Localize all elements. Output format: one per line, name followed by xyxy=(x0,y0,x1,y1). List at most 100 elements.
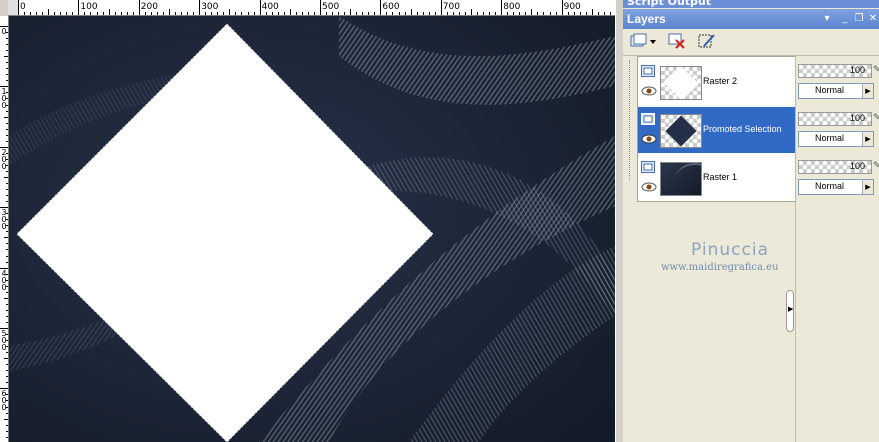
ruler-tick xyxy=(4,116,8,118)
ruler-tick xyxy=(144,12,146,15)
new-layer-button[interactable] xyxy=(627,31,657,51)
ruler-tick xyxy=(6,382,8,384)
ruler-label: 400 xyxy=(261,2,279,12)
delete-layer-button[interactable] xyxy=(665,31,687,51)
blend-mode-dropdown[interactable]: Normal ▶ xyxy=(798,131,874,147)
pencil-icon[interactable]: ✎ xyxy=(873,161,879,171)
layer-row-promoted-selection[interactable]: Promoted Selection xyxy=(638,107,795,153)
ruler-tick xyxy=(464,12,466,15)
ruler-tick xyxy=(362,12,364,15)
ruler-tick xyxy=(6,261,8,263)
ruler-tick xyxy=(217,12,219,15)
layer-props-raster-1: 100 ✎ Normal ▶ xyxy=(796,154,879,200)
ruler-tick xyxy=(4,297,8,299)
blend-mode-dropdown[interactable]: Normal ▶ xyxy=(798,83,874,99)
blend-mode-dropdown[interactable]: Normal ▶ xyxy=(798,179,874,195)
palette-splitter-handle[interactable]: ▶ xyxy=(786,290,794,332)
ruler-tick xyxy=(573,12,575,15)
eye-icon[interactable] xyxy=(641,182,657,192)
ruler-tick xyxy=(6,134,8,136)
ruler-tick xyxy=(537,12,539,15)
ruler-tick xyxy=(72,12,74,15)
ruler-tick xyxy=(138,0,140,15)
ruler-tick xyxy=(483,12,485,15)
ruler-label: 1 0 0 xyxy=(1,87,7,111)
ruler-tick xyxy=(6,243,8,245)
opacity-slider[interactable]: 100 xyxy=(798,64,872,78)
ruler-tick xyxy=(6,352,8,354)
ruler-tick xyxy=(6,38,8,40)
ruler-tick xyxy=(6,436,8,438)
ruler-tick xyxy=(332,12,334,15)
ruler-tick xyxy=(6,364,8,366)
ruler-tick xyxy=(90,12,92,15)
eye-icon[interactable] xyxy=(641,86,657,96)
ruler-label: 300 xyxy=(201,2,219,12)
ruler-tick xyxy=(60,12,62,15)
ruler-tick xyxy=(561,0,563,15)
opacity-value: 100 xyxy=(849,65,865,75)
pencil-icon[interactable]: ✎ xyxy=(873,113,879,123)
script-output-title: Script Output xyxy=(627,0,712,8)
opacity-slider[interactable]: 100 xyxy=(798,112,872,126)
ruler-tick xyxy=(48,9,50,15)
ruler-tick xyxy=(6,80,8,82)
ruler-tick xyxy=(6,50,8,52)
ruler-label: 6 0 0 xyxy=(1,389,7,413)
script-output-titlebar[interactable]: Script Output xyxy=(623,0,879,8)
ruler-tick xyxy=(597,12,599,15)
layer-group-icon[interactable] xyxy=(641,161,655,173)
ruler-tick xyxy=(6,74,8,76)
layer-row-raster-2[interactable]: Raster 2 xyxy=(638,59,795,105)
layer-name: Raster 2 xyxy=(703,76,738,86)
ruler-tick xyxy=(440,0,442,15)
image-canvas[interactable] xyxy=(9,16,615,442)
ruler-tick xyxy=(96,12,98,15)
close-icon[interactable]: ✕ xyxy=(867,13,879,25)
layer-name: Raster 1 xyxy=(703,172,738,182)
pin-icon[interactable]: ▾ xyxy=(821,13,833,25)
layers-titlebar[interactable]: Layers ▾ _ ❐ ✕ xyxy=(623,9,879,29)
ruler-tick xyxy=(211,12,213,15)
layer-row-raster-1[interactable]: Raster 1 xyxy=(638,155,795,201)
layer-props-promoted-selection: 100 ✎ Normal ▶ xyxy=(796,106,879,152)
layer-group-icon[interactable] xyxy=(641,113,655,125)
blend-mode-value: Normal xyxy=(815,85,845,95)
ruler-tick xyxy=(162,12,164,15)
ruler-tick xyxy=(289,9,291,15)
restore-icon[interactable]: ❐ xyxy=(853,13,865,25)
panel-divider[interactable] xyxy=(615,0,623,442)
layer-name: Promoted Selection xyxy=(703,124,782,134)
ruler-tick xyxy=(313,12,315,15)
ruler-tick xyxy=(229,9,231,15)
ruler-tick xyxy=(609,12,611,15)
blend-mode-value: Normal xyxy=(815,133,845,143)
pencil-icon[interactable]: ✎ xyxy=(873,65,879,75)
horizontal-ruler: 0 100 200 300 400 500 600 700 800 900 xyxy=(8,0,615,16)
ruler-label: 600 xyxy=(382,2,400,12)
layer-props-raster-2: 100 ✎ Normal ▶ xyxy=(796,58,879,104)
ruler-tick xyxy=(434,12,436,15)
opacity-slider[interactable]: 100 xyxy=(798,160,872,174)
eye-icon[interactable] xyxy=(641,134,657,144)
ruler-tick xyxy=(205,12,207,15)
ruler-tick xyxy=(6,249,8,251)
ruler-tick xyxy=(350,9,352,15)
ruler-label: 0 xyxy=(20,2,26,12)
ruler-tick xyxy=(181,12,183,15)
ruler-tick xyxy=(519,12,521,15)
ruler-tick xyxy=(6,376,8,378)
ruler-tick xyxy=(241,12,243,15)
ruler-tick xyxy=(193,12,195,15)
minimize-icon[interactable]: _ xyxy=(839,13,851,25)
ruler-tick xyxy=(150,12,152,15)
ruler-label: 2 0 0 xyxy=(1,147,7,171)
ruler-tick xyxy=(66,12,68,15)
ruler-tick xyxy=(42,12,44,15)
ruler-tick xyxy=(458,12,460,15)
ruler-tick xyxy=(471,9,472,15)
layer-group-icon[interactable] xyxy=(641,65,655,77)
edit-selection-button[interactable] xyxy=(695,31,717,51)
ruler-tick xyxy=(338,12,340,15)
ruler-tick xyxy=(6,128,8,130)
